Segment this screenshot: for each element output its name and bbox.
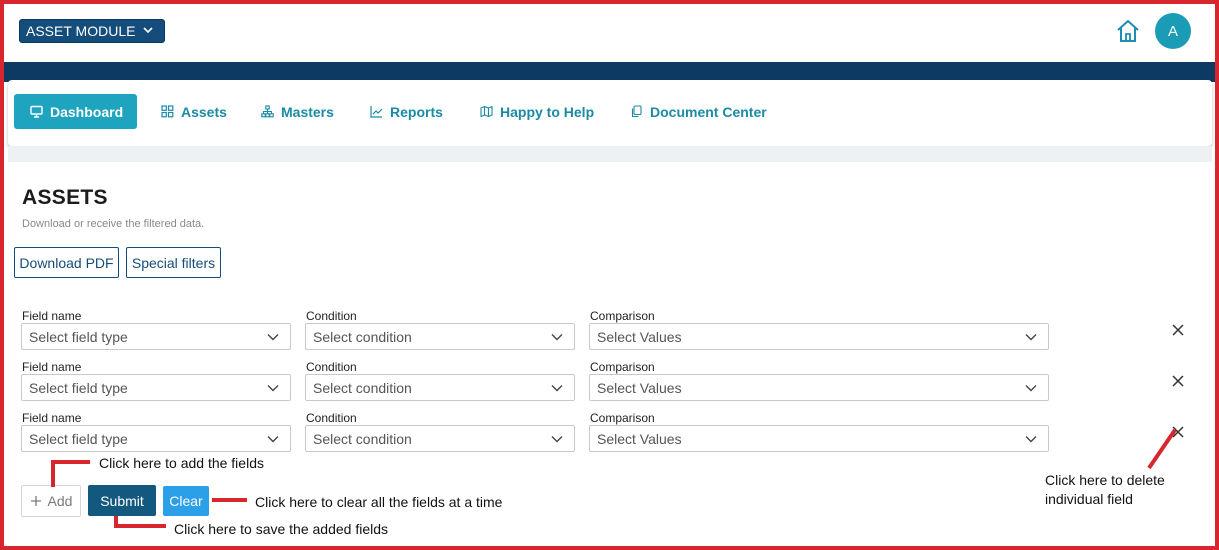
add-field-button[interactable]: Add xyxy=(21,485,81,517)
chevron-down-icon xyxy=(1025,436,1037,443)
select-placeholder: Select condition xyxy=(313,328,412,345)
clear-button[interactable]: Clear xyxy=(163,486,209,516)
close-icon[interactable] xyxy=(1170,322,1186,338)
close-icon[interactable] xyxy=(1170,424,1186,440)
select-placeholder: Select field type xyxy=(29,379,128,396)
select-placeholder: Select Values xyxy=(597,430,682,447)
plus-icon xyxy=(30,496,41,506)
page-title: ASSETS xyxy=(22,186,108,209)
special-filters-button[interactable]: Special filters xyxy=(126,247,221,278)
tab-label: Assets xyxy=(181,103,227,120)
condition-select[interactable]: Select condition xyxy=(305,425,575,452)
condition-label: Condition xyxy=(306,309,357,323)
tab-dashboard[interactable]: Dashboard xyxy=(14,94,138,129)
select-placeholder: Select Values xyxy=(597,328,682,345)
tab-label: Masters xyxy=(281,103,334,120)
tab-document-center[interactable]: Document Center xyxy=(630,94,767,129)
field-name-label: Field name xyxy=(22,309,82,323)
main-nav: Dashboard Assets Masters Reports Happy t… xyxy=(8,80,1212,146)
line-chart-icon xyxy=(370,106,383,118)
annotation-delete-line2: individual field xyxy=(1045,491,1133,507)
field-type-select[interactable]: Select field type xyxy=(21,323,291,350)
chevron-down-icon xyxy=(267,385,279,392)
chevron-down-icon xyxy=(1025,334,1037,341)
chevron-down-icon xyxy=(267,334,279,341)
tab-label: Happy to Help xyxy=(500,103,595,120)
field-type-select[interactable]: Select field type xyxy=(21,425,291,452)
submit-button[interactable]: Submit xyxy=(88,485,156,516)
chevron-down-icon xyxy=(1025,385,1037,392)
field-type-select[interactable]: Select field type xyxy=(21,374,291,401)
hierarchy-icon xyxy=(261,105,274,118)
comparison-select[interactable]: Select Values xyxy=(589,425,1049,452)
chevron-down-icon xyxy=(551,334,563,341)
copy-icon xyxy=(631,105,642,118)
chevron-down-icon xyxy=(551,436,563,443)
select-placeholder: Select field type xyxy=(29,328,128,345)
annotation-delete: Click here to delete individual field xyxy=(1045,471,1165,509)
annotation-delete-line1: Click here to delete xyxy=(1045,472,1165,488)
map-icon xyxy=(480,105,493,118)
tab-label: Document Center xyxy=(650,103,767,120)
grid-icon xyxy=(161,105,174,118)
comparison-label: Comparison xyxy=(590,411,655,425)
module-selector[interactable]: ASSET MODULE xyxy=(19,19,165,43)
select-placeholder: Select condition xyxy=(313,430,412,447)
tab-masters[interactable]: Masters xyxy=(261,94,334,129)
tab-label: Reports xyxy=(390,103,443,120)
header-band xyxy=(4,62,1215,82)
content-divider xyxy=(8,146,1212,162)
field-name-label: Field name xyxy=(22,360,82,374)
annotation-add: Click here to add the fields xyxy=(99,455,264,471)
avatar-initial: A xyxy=(1167,22,1178,40)
comparison-label: Comparison xyxy=(590,309,655,323)
condition-select[interactable]: Select condition xyxy=(305,374,575,401)
close-icon[interactable] xyxy=(1170,373,1186,389)
select-placeholder: Select condition xyxy=(313,379,412,396)
download-pdf-button[interactable]: Download PDF xyxy=(14,247,119,278)
tab-label: Dashboard xyxy=(50,103,124,120)
tab-happy-to-help[interactable]: Happy to Help xyxy=(480,94,594,129)
tab-reports[interactable]: Reports xyxy=(370,94,443,129)
avatar[interactable]: A xyxy=(1155,13,1191,49)
comparison-select[interactable]: Select Values xyxy=(589,323,1049,350)
comparison-label: Comparison xyxy=(590,360,655,374)
condition-select[interactable]: Select condition xyxy=(305,323,575,350)
select-placeholder: Select field type xyxy=(29,430,128,447)
annotation-clear: Click here to clear all the fields at a … xyxy=(255,494,503,510)
condition-label: Condition xyxy=(306,360,357,374)
chevron-down-icon xyxy=(143,27,153,34)
module-selector-label: ASSET MODULE xyxy=(26,23,136,39)
tab-assets[interactable]: Assets xyxy=(161,94,227,129)
chevron-down-icon xyxy=(267,436,279,443)
field-name-label: Field name xyxy=(22,411,82,425)
condition-label: Condition xyxy=(306,411,357,425)
home-icon[interactable] xyxy=(1115,18,1141,44)
comparison-select[interactable]: Select Values xyxy=(589,374,1049,401)
annotation-submit: Click here to save the added fields xyxy=(174,521,389,537)
select-placeholder: Select Values xyxy=(597,379,682,396)
add-label: Add xyxy=(47,493,73,509)
page-subtitle: Download or receive the filtered data. xyxy=(22,218,205,230)
monitor-icon xyxy=(30,105,43,118)
chevron-down-icon xyxy=(551,385,563,392)
